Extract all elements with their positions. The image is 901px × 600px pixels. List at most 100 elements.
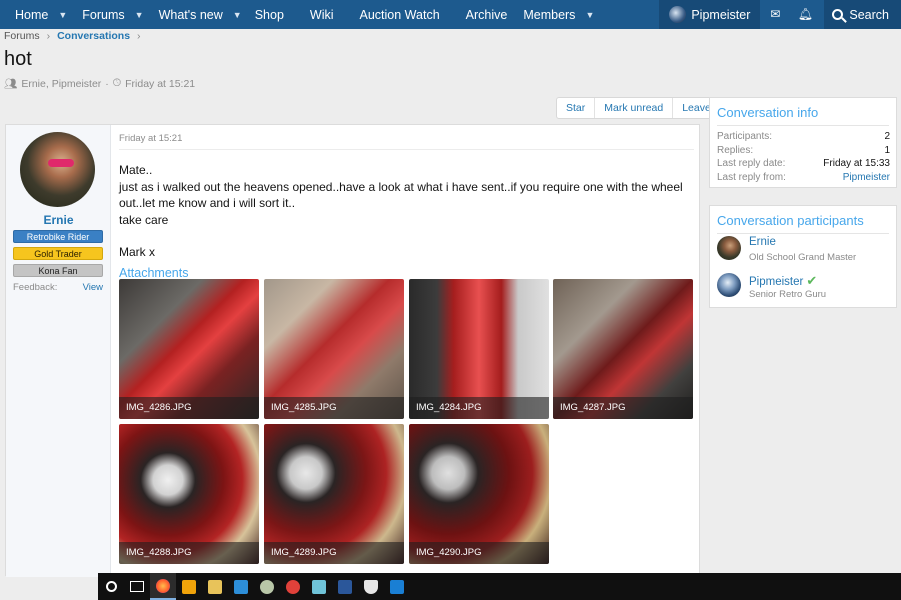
cortana-circle-icon[interactable] xyxy=(98,573,124,600)
outlook-icon[interactable] xyxy=(176,573,202,600)
search-label: Search xyxy=(849,7,889,22)
info-key: Last reply from: xyxy=(717,172,786,183)
avatar[interactable] xyxy=(717,236,741,260)
feedback-label: Feedback: xyxy=(13,282,58,293)
attachment-filename: IMG_4287.JPG xyxy=(553,397,693,419)
nav-shop[interactable]: Shop xyxy=(242,0,297,29)
info-value: 1 xyxy=(884,145,890,156)
attachment-filename: IMG_4289.JPG xyxy=(264,542,404,564)
top-nav: Home ▼ Forums ▼ What's new ▼ Shop Wiki Auct… xyxy=(0,0,901,29)
nav-whats-new-label: What's new xyxy=(158,7,223,22)
info-row: Last reply date: Friday at 15:33 xyxy=(717,158,890,169)
message-line: Mate.. xyxy=(119,163,153,177)
attachment-thumb[interactable]: IMG_4286.JPG xyxy=(119,279,259,419)
task-view-icon[interactable] xyxy=(124,573,150,600)
participants-list[interactable]: Ernie, Pipmeister xyxy=(21,78,101,90)
nav-forums-label: Forums xyxy=(82,7,125,22)
title-meta: 👥︎ Ernie, Pipmeister · 🕓︎ Friday at 15:2… xyxy=(4,77,195,90)
shield-icon[interactable] xyxy=(358,573,384,600)
firefox-icon[interactable] xyxy=(150,573,176,600)
participant-item: Pipmeister ✔ Senior Retro Guru xyxy=(717,273,892,301)
chevron-down-icon[interactable]: ▼ xyxy=(135,10,144,20)
search-button[interactable]: Search xyxy=(824,0,901,29)
os-taskbar xyxy=(98,573,901,600)
message-text: Mate.. just as i walked out the heavens … xyxy=(119,162,694,261)
attachments-title: Attachments xyxy=(119,265,189,280)
divider xyxy=(717,233,889,234)
photos-icon[interactable] xyxy=(228,573,254,600)
nav-whats-new[interactable]: What's new ▼ xyxy=(144,0,242,29)
nav-home-label: Home xyxy=(15,7,49,22)
feedback-view-link[interactable]: View xyxy=(83,282,103,293)
conversation-participants-box: Conversation participants Ernie Old Scho… xyxy=(709,205,897,308)
participant-name[interactable]: Ernie xyxy=(749,236,776,248)
breadcrumb-conversations[interactable]: Conversations xyxy=(57,30,130,42)
info-value: Friday at 15:33 xyxy=(823,158,890,169)
participant-item: Ernie Old School Grand Master xyxy=(717,236,892,264)
participant-name[interactable]: Pipmeister xyxy=(749,276,803,288)
nav-auction-watch[interactable]: Auction Watch xyxy=(347,0,453,29)
file-explorer-icon[interactable] xyxy=(202,573,228,600)
conversation-info-box: Conversation info Participants: 2 Replies… xyxy=(709,97,897,188)
user-badge: Kona Fan xyxy=(13,264,103,277)
attachment-thumb[interactable]: IMG_4287.JPG xyxy=(553,279,693,419)
info-row: Participants: 2 xyxy=(717,131,890,142)
attachment-thumb[interactable]: IMG_4285.JPG xyxy=(264,279,404,419)
message-author[interactable]: Ernie xyxy=(6,213,111,227)
info-value: 2 xyxy=(884,131,890,142)
participant-title: Senior Retro Guru xyxy=(749,289,827,300)
nav-home[interactable]: Home ▼ xyxy=(0,0,67,29)
chevron-down-icon[interactable]: ▼ xyxy=(233,10,242,20)
chevron-right-icon: › xyxy=(137,30,141,42)
attachment-thumb[interactable]: IMG_4288.JPG xyxy=(119,424,259,564)
star-button[interactable]: Star xyxy=(557,98,594,118)
nav-archive[interactable]: Archive xyxy=(453,0,521,29)
breadcrumb-forums[interactable]: Forums xyxy=(4,30,40,42)
search-icon xyxy=(832,9,844,20)
message: Ernie Retrobike Rider Gold Trader Kona F… xyxy=(5,124,700,577)
conversation-info-title: Conversation info xyxy=(717,105,819,120)
message-line xyxy=(119,228,694,244)
notes-icon[interactable] xyxy=(306,573,332,600)
message-body: Friday at 15:21 Mate.. just as i walked … xyxy=(119,133,694,564)
conversation-date: Friday at 15:21 xyxy=(125,77,196,90)
nav-wiki[interactable]: Wiki xyxy=(297,0,347,29)
nav-username: Pipmeister xyxy=(691,7,751,22)
message-line: take care xyxy=(119,212,169,227)
envelope-icon[interactable]: ✉ xyxy=(760,0,790,29)
bell-icon[interactable]: 🔔︎ xyxy=(790,0,820,29)
attachment-thumb[interactable]: IMG_4284.JPG xyxy=(409,279,549,419)
word-icon[interactable] xyxy=(332,573,358,600)
attachment-filename: IMG_4286.JPG xyxy=(119,397,259,419)
message-user-panel: Ernie Retrobike Rider Gold Trader Kona F… xyxy=(6,125,111,577)
participant-title: Old School Grand Master xyxy=(749,252,857,263)
attachment-filename: IMG_4285.JPG xyxy=(264,397,404,419)
app-icon[interactable] xyxy=(384,573,410,600)
nav-user-account[interactable]: Pipmeister xyxy=(659,0,761,29)
breadcrumb: Forums › Conversations › xyxy=(4,30,141,42)
attachment-thumb[interactable]: IMG_4289.JPG xyxy=(264,424,404,564)
info-key: Replies: xyxy=(717,145,754,156)
attachment-filename: IMG_4290.JPG xyxy=(409,542,549,564)
nav-forums[interactable]: Forums ▼ xyxy=(67,0,143,29)
user-avatar-icon xyxy=(669,6,687,23)
chevron-right-icon: › xyxy=(46,30,51,42)
last-reply-user-link[interactable]: Pipmeister xyxy=(843,172,890,183)
avatar[interactable] xyxy=(20,132,95,207)
avatar[interactable] xyxy=(717,273,741,297)
meta-separator: · xyxy=(105,77,109,90)
message-date[interactable]: Friday at 15:21 xyxy=(119,133,694,150)
chevron-down-icon[interactable]: ▼ xyxy=(58,10,67,20)
attachment-filename: IMG_4288.JPG xyxy=(119,542,259,564)
user-badge: Gold Trader xyxy=(13,247,103,260)
mark-unread-button[interactable]: Mark unread xyxy=(594,98,672,118)
clock-icon: 🕓︎ xyxy=(112,77,122,89)
pen-app-icon[interactable] xyxy=(280,573,306,600)
chrome-like-icon[interactable] xyxy=(254,573,280,600)
participants-title: Conversation participants xyxy=(717,213,864,228)
info-key: Last reply date: xyxy=(717,158,786,169)
attachment-thumb[interactable]: IMG_4290.JPG xyxy=(409,424,549,564)
message-line: just as i walked out the heavens opened.… xyxy=(119,179,683,211)
nav-members[interactable]: Members ▼ xyxy=(520,0,594,29)
chevron-down-icon[interactable]: ▼ xyxy=(585,10,594,20)
